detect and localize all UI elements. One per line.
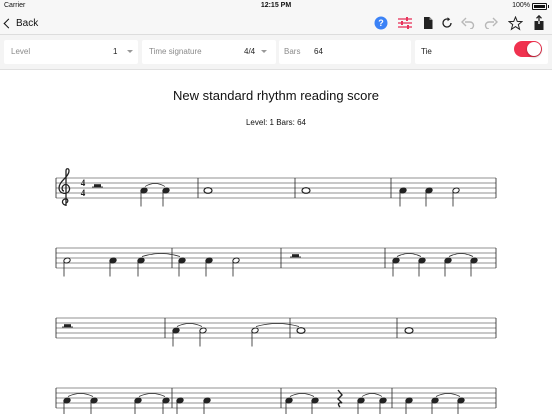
level-select[interactable]: Level 1	[4, 40, 138, 64]
share-icon	[534, 15, 544, 30]
help-icon: ?	[374, 16, 388, 30]
undo-icon	[461, 17, 475, 29]
chevron-down-icon	[261, 50, 267, 53]
tie	[448, 253, 474, 257]
clock: 12:15 PM	[260, 2, 292, 9]
staff-lines	[56, 177, 496, 409]
tie	[361, 393, 383, 397]
battery-percent: 100%	[512, 2, 530, 9]
settings-sliders-icon	[398, 17, 412, 29]
half-rests	[62, 184, 301, 328]
time-signature-label: Time signature	[149, 47, 202, 56]
score-title: New standard rhythm reading score	[173, 88, 379, 103]
treble-clef-icon	[58, 168, 71, 206]
document-button[interactable]	[420, 15, 436, 31]
tie	[396, 253, 422, 257]
score-subtitle: Level: 1 Bars: 64	[245, 118, 307, 127]
time-signature-value: 4/4	[244, 47, 256, 56]
back-label: Back	[16, 17, 39, 29]
back-button[interactable]: Back	[3, 15, 39, 31]
toggle-knob	[527, 42, 541, 56]
undo-button[interactable]	[460, 15, 476, 31]
share-button[interactable]	[531, 15, 547, 31]
tie	[138, 393, 166, 397]
battery-icon	[532, 3, 549, 10]
level-label: Level	[11, 47, 31, 56]
settings-panel: Level 1 Time signature 4/4 Bars 64 Tie	[0, 35, 552, 70]
barlines	[55, 178, 497, 408]
help-button[interactable]: ?	[373, 15, 389, 31]
chevron-left-icon	[3, 18, 14, 29]
redo-button[interactable]	[483, 15, 499, 31]
tie	[141, 253, 181, 257]
tie-toggle[interactable]	[514, 41, 542, 57]
tie	[176, 323, 203, 327]
note-head	[296, 327, 306, 334]
chevron-down-icon	[127, 50, 133, 53]
notes	[63, 183, 478, 414]
document-icon	[424, 17, 433, 29]
bars-field[interactable]: Bars 64	[279, 40, 411, 64]
time-signature-top: 4	[81, 178, 86, 188]
score-staff-area: 4 4	[55, 168, 497, 414]
tie-label: Tie	[421, 47, 432, 56]
bars-label: Bars	[284, 47, 301, 56]
favorite-button[interactable]	[507, 15, 523, 31]
refresh-icon	[442, 17, 452, 28]
note-head	[301, 187, 311, 194]
settings-toggle-button[interactable]	[397, 15, 413, 31]
quarter-rest	[337, 389, 343, 408]
tie	[435, 393, 461, 397]
refresh-button[interactable]	[439, 15, 455, 31]
bars-value: 64	[314, 47, 323, 56]
navigation-bar: Back ?	[0, 11, 552, 35]
level-value: 1	[113, 47, 118, 56]
star-icon	[507, 15, 523, 30]
svg-text:?: ?	[378, 18, 384, 28]
tie	[67, 393, 94, 397]
time-signature-select[interactable]: Time signature 4/4	[142, 40, 276, 64]
redo-icon	[484, 17, 498, 29]
tie	[144, 183, 166, 187]
note-head	[404, 327, 414, 334]
status-bar: Carrier 12:15 PM 100%	[0, 0, 552, 11]
note-head	[203, 187, 213, 194]
time-signature-bottom: 4	[81, 188, 86, 198]
tie	[255, 323, 300, 327]
tie	[289, 393, 315, 397]
